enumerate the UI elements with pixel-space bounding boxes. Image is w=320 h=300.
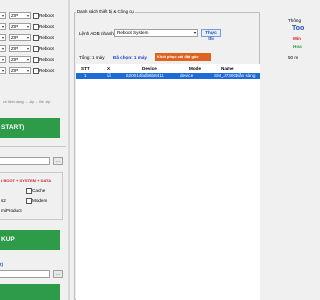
chevron-down-icon: ▾ <box>1 57 4 62</box>
adb-label: Lệnh ADB nhanh: <box>79 31 116 36</box>
zip-row: ▾ ZIP ▾ Reboot <box>0 45 66 53</box>
reboot-label: Reboot <box>39 68 54 73</box>
s2-label: s2 <box>1 198 6 203</box>
format-dropdown[interactable]: ZIP ▾ <box>9 67 31 74</box>
modem-label: Modem <box>32 198 48 203</box>
chevron-down-icon: ▾ <box>26 24 29 29</box>
group-title: Danh sách thiết bị & Công cụ <box>76 9 135 14</box>
format-dropdown[interactable]: ZIP ▾ <box>9 23 31 30</box>
column-header[interactable]: Mode <box>189 66 201 71</box>
splitter[interactable] <box>68 0 70 300</box>
info-title: Thông <box>288 18 302 23</box>
slot-dropdown[interactable]: ▾ <box>0 12 6 19</box>
slot-dropdown[interactable]: ▾ <box>0 67 6 74</box>
zip-row: ▾ ZIP ▾ Reboot <box>0 34 66 42</box>
column-header[interactable]: Device <box>142 66 157 71</box>
reboot-label: Reboot <box>39 46 54 51</box>
chevron-down-icon: ▾ <box>26 13 29 18</box>
bottom-file-input[interactable] <box>0 270 50 278</box>
chevron-down-icon: ▾ <box>26 35 29 40</box>
cache-label: Cache <box>32 188 46 193</box>
left-divider <box>0 146 66 147</box>
zip-row: ▾ ZIP ▾ Reboot <box>0 56 66 64</box>
chevron-down-icon: ▾ <box>26 68 29 73</box>
bottom-label: t) <box>0 262 4 267</box>
total-count: Tổng: 1 máy <box>79 55 105 60</box>
reboot-label: Reboot <box>39 35 54 40</box>
slot-dropdown[interactable]: ▾ <box>0 45 6 52</box>
app-name: Too <box>292 25 305 32</box>
bottom-green-strip <box>0 284 60 300</box>
backup-options-panel: t BOOT + SYSTEM + DATA Cache s2 Modem mi… <box>0 172 63 220</box>
format-dropdown[interactable]: ZIP ▾ <box>9 56 31 63</box>
chevron-down-icon: ▾ <box>1 46 4 51</box>
selected-count: Đã chọn: 1 máy <box>113 55 147 60</box>
chevron-down-icon: ▾ <box>1 13 4 18</box>
zip-row: ▾ ZIP ▾ Reboot <box>0 23 66 31</box>
reboot-label: Reboot <box>39 24 54 29</box>
adb-command-dropdown[interactable]: Reboot System ▾ <box>114 29 198 37</box>
format-hint: ch định dạng ... .zip ... file .zip <box>3 100 51 104</box>
column-header[interactable]: Name <box>221 66 234 71</box>
chevron-down-icon: ▾ <box>1 35 4 40</box>
slot-dropdown[interactable]: ▾ <box>0 34 6 41</box>
reboot-label: Reboot <box>39 57 54 62</box>
product-label: miProduct <box>1 208 22 213</box>
format-dropdown[interactable]: ZIP ▾ <box>9 34 31 41</box>
chevron-down-icon: ▾ <box>1 24 4 29</box>
backup-file-input[interactable] <box>0 157 50 165</box>
factory-reset-button[interactable]: Khôi phục cài đặt gốc <box>155 53 211 61</box>
column-header[interactable]: X <box>107 66 110 71</box>
zip-row: ▾ ZIP ▾ Reboot <box>0 12 66 20</box>
info-line-green: Hoa <box>293 44 302 49</box>
zip-row: ▾ ZIP ▾ Reboot <box>0 67 66 75</box>
chevron-down-icon: ▾ <box>26 57 29 62</box>
backup-browse-button[interactable]: ... <box>53 157 63 165</box>
count-text: 50 m <box>288 55 299 60</box>
start-button[interactable]: START) <box>0 118 60 138</box>
right-panel: Thông Too Min Hoa 50 m <box>262 12 304 300</box>
info-line-red: Min <box>293 36 301 41</box>
left-column: ▾ ZIP ▾ Reboot ▾ ZIP ▾ Reboot ▾ ZIP ▾ Reboo… <box>0 0 68 300</box>
backup-hint: t BOOT + SYSTEM + DATA <box>1 178 52 183</box>
column-header[interactable]: STT <box>81 66 90 71</box>
bottom-browse-button[interactable]: ... <box>53 270 63 278</box>
backup-button[interactable]: KUP <box>0 230 60 250</box>
chevron-down-icon: ▾ <box>193 30 196 35</box>
slot-dropdown[interactable]: ▾ <box>0 56 6 63</box>
reboot-label: Reboot <box>39 13 54 18</box>
slot-dropdown[interactable]: ▾ <box>0 23 6 30</box>
chevron-down-icon: ▾ <box>26 46 29 51</box>
chevron-down-icon: ▾ <box>1 68 4 73</box>
device-table-body <box>76 79 260 300</box>
run-button[interactable]: Thực thi <box>201 29 221 41</box>
format-dropdown[interactable]: ZIP ▾ <box>9 12 31 19</box>
format-dropdown[interactable]: ZIP ▾ <box>9 45 31 52</box>
